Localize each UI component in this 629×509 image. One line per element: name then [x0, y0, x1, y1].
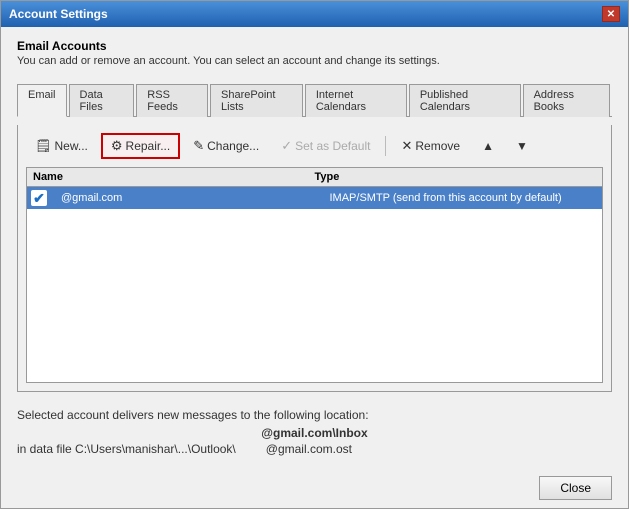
- new-icon: 🗒: [35, 138, 52, 154]
- window-content: Email Accounts You can add or remove an …: [1, 27, 628, 468]
- close-button[interactable]: Close: [539, 476, 612, 500]
- tab-email[interactable]: Email: [17, 84, 67, 117]
- tab-internet-calendars[interactable]: Internet Calendars: [305, 84, 407, 117]
- repair-button[interactable]: ⚙ Repair...: [101, 133, 180, 159]
- set-default-button[interactable]: ✓ Set as Default: [272, 134, 379, 158]
- tab-sharepoint-lists[interactable]: SharePoint Lists: [210, 84, 303, 117]
- table-header: Name Type: [27, 168, 602, 187]
- new-button[interactable]: 🗒 New...: [26, 134, 97, 158]
- tab-address-books[interactable]: Address Books: [523, 84, 610, 117]
- account-toolbar: 🗒 New... ⚙ Repair... ✎ Change... ✓ Set a…: [26, 133, 603, 159]
- remove-button-label: Remove: [415, 139, 460, 153]
- account-name: @gmail.com: [61, 192, 330, 204]
- move-down-button[interactable]: ▼: [507, 135, 537, 157]
- account-selected-icon: ✔: [31, 190, 47, 206]
- email-tab-panel: 🗒 New... ⚙ Repair... ✎ Change... ✓ Set a…: [17, 125, 612, 392]
- tab-rss-feeds[interactable]: RSS Feeds: [136, 84, 208, 117]
- window-close-button[interactable]: ✕: [602, 6, 620, 22]
- repair-icon: ⚙: [111, 138, 123, 154]
- tab-data-files[interactable]: Data Files: [69, 84, 135, 117]
- bottom-bar: Close: [1, 468, 628, 508]
- change-button-label: Change...: [207, 139, 259, 153]
- move-up-button[interactable]: ▲: [473, 135, 503, 157]
- account-type: IMAP/SMTP (send from this account by def…: [330, 192, 599, 204]
- tab-published-calendars[interactable]: Published Calendars: [409, 84, 521, 117]
- section-header: Email Accounts You can add or remove an …: [17, 39, 612, 75]
- move-up-icon: ▲: [482, 139, 494, 153]
- move-down-icon: ▼: [516, 139, 528, 153]
- section-description: You can add or remove an account. You ca…: [17, 55, 612, 67]
- footer-ost-label: @gmail.com.ost: [266, 442, 352, 456]
- title-bar: Account Settings ✕: [1, 1, 628, 27]
- window-title: Account Settings: [9, 7, 108, 21]
- remove-icon: ✕: [401, 138, 412, 154]
- footer-path-row: in data file C:\Users\manishar\...\Outlo…: [17, 442, 612, 456]
- remove-button[interactable]: ✕ Remove: [392, 134, 469, 158]
- account-settings-window: Account Settings ✕ Email Accounts You ca…: [0, 0, 629, 509]
- section-title: Email Accounts: [17, 39, 612, 53]
- footer-info: Selected account delivers new messages t…: [17, 408, 612, 456]
- account-table: Name Type ✔ @gmail.com IMAP/SMTP (send f…: [26, 167, 603, 383]
- footer-data-file-label: in data file C:\Users\manishar\...\Outlo…: [17, 442, 236, 456]
- repair-button-label: Repair...: [126, 139, 171, 153]
- footer-info-text: Selected account delivers new messages t…: [17, 408, 612, 422]
- set-default-icon: ✓: [281, 138, 292, 154]
- change-icon: ✎: [193, 138, 204, 154]
- tab-bar: Email Data Files RSS Feeds SharePoint Li…: [17, 83, 612, 117]
- change-button[interactable]: ✎ Change...: [184, 134, 268, 158]
- footer-inbox-label: @gmail.com\Inbox: [17, 426, 612, 440]
- col-name-header: Name: [33, 171, 315, 183]
- toolbar-separator: [385, 136, 386, 156]
- new-button-label: New...: [55, 139, 88, 153]
- col-type-header: Type: [315, 171, 597, 183]
- set-default-button-label: Set as Default: [295, 139, 370, 153]
- table-row[interactable]: ✔ @gmail.com IMAP/SMTP (send from this a…: [27, 187, 602, 209]
